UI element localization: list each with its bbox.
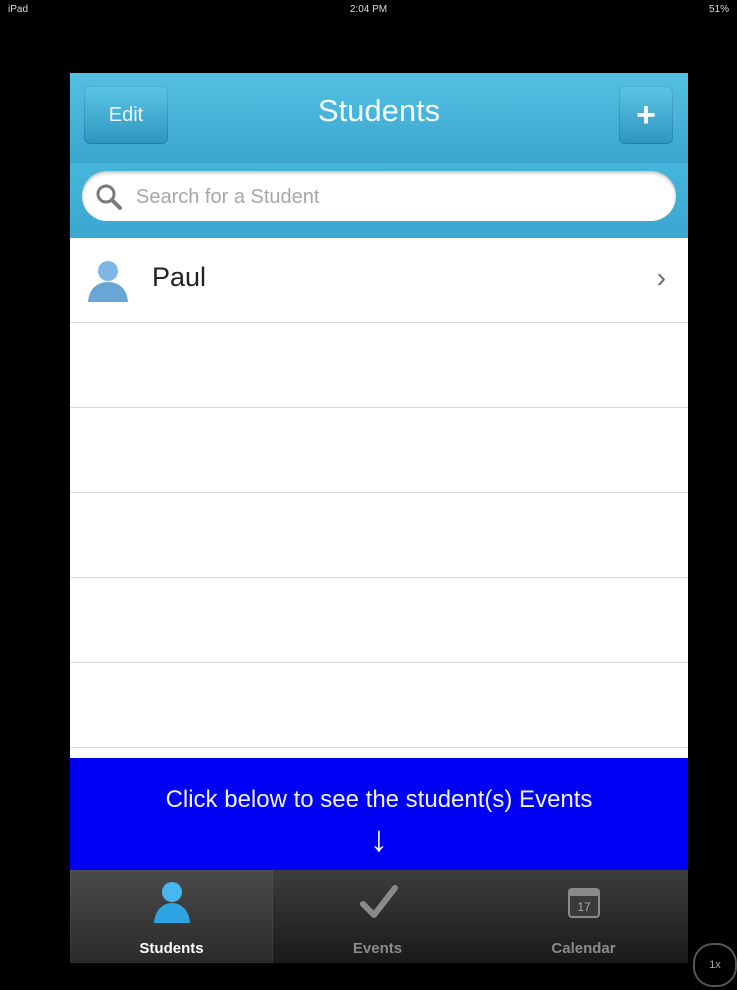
- tab-calendar-label: Calendar: [551, 940, 616, 957]
- search-input[interactable]: [134, 181, 658, 213]
- search-field[interactable]: [82, 171, 676, 221]
- tab-events-label: Events: [352, 940, 403, 957]
- status-bar: iPad 2:04 PM 51%: [0, 0, 737, 22]
- search-icon: [96, 184, 122, 210]
- tab-students[interactable]: Students: [70, 870, 273, 963]
- navigation-bar: Edit Students +: [70, 73, 688, 163]
- battery-indicator: 51%: [708, 4, 729, 15]
- search-area: [70, 163, 688, 238]
- events-hint-banner: Click below to see the student(s) Events…: [70, 758, 688, 870]
- page-title: Students: [317, 93, 441, 128]
- checkmark-icon: [359, 885, 398, 918]
- student-list: Paul ›: [70, 238, 688, 748]
- empty-row: [70, 578, 688, 663]
- empty-row: [70, 408, 688, 493]
- calendar-date: 17: [577, 900, 591, 914]
- tab-students-label: Students: [139, 940, 204, 957]
- status-time: 2:04 PM: [349, 4, 388, 15]
- chevron-right-icon: ›: [656, 262, 666, 293]
- students-app: Edit Students + Paul › Click below to s: [70, 73, 688, 963]
- add-student-button[interactable]: +: [619, 86, 673, 144]
- calendar-icon: 17: [567, 888, 600, 918]
- banner-text: Click below to see the student(s) Events: [165, 786, 593, 813]
- empty-row: [70, 323, 688, 408]
- person-icon: [88, 261, 128, 302]
- tab-bar: Students Events 17 Calendar: [70, 870, 688, 963]
- down-arrow-icon: ↓: [370, 818, 388, 859]
- person-icon: [153, 882, 190, 923]
- empty-row: [70, 663, 688, 748]
- empty-row: [70, 493, 688, 578]
- tab-calendar[interactable]: 17 Calendar: [482, 870, 685, 963]
- tab-events[interactable]: Events: [276, 870, 479, 963]
- zoom-badge[interactable]: 1x: [693, 943, 737, 987]
- student-name: Paul: [152, 262, 207, 292]
- student-row[interactable]: Paul ›: [70, 238, 688, 323]
